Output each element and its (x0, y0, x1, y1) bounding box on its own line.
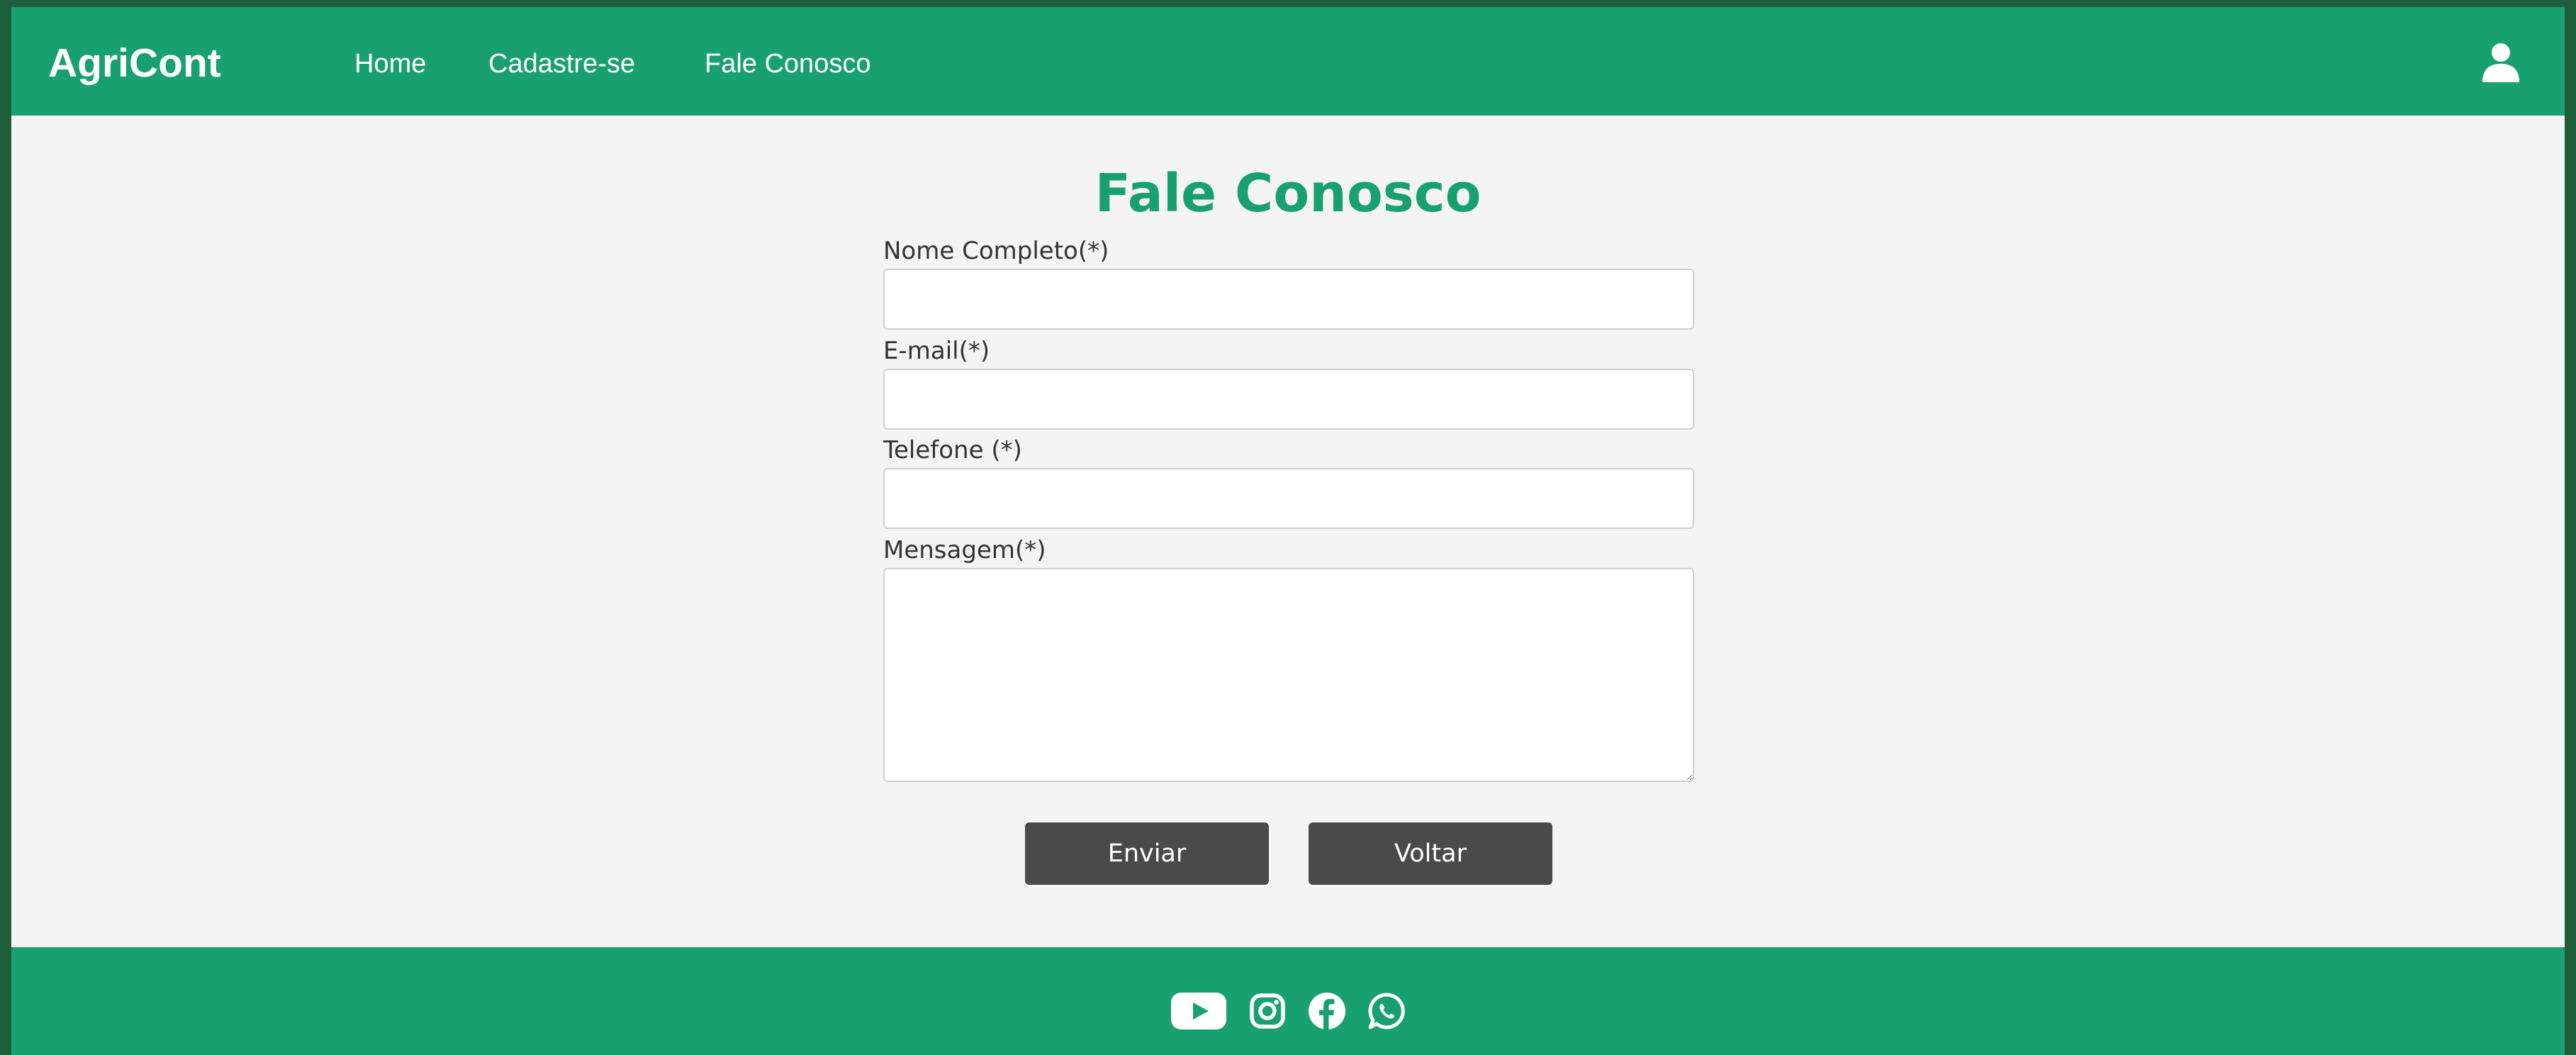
whatsapp-icon (1368, 993, 1405, 1029)
page-title: Fale Conosco (1094, 163, 1482, 224)
browser-viewport: AgriCont Home Cadastre-se Fale Conosco F… (11, 7, 2565, 1055)
user-account-button[interactable] (2480, 41, 2522, 84)
email-label: E-mail(*) (883, 337, 990, 365)
whatsapp-link[interactable] (1367, 991, 1406, 1031)
brand-logo[interactable]: AgriCont (48, 38, 221, 88)
youtube-icon (1171, 993, 1226, 1029)
instagram-icon (1250, 993, 1285, 1029)
navbar: AgriCont Home Cadastre-se Fale Conosco (11, 7, 2565, 116)
user-icon (2482, 43, 2519, 82)
submit-button[interactable]: Enviar (1025, 822, 1269, 885)
nav-register-link[interactable]: Cadastre-se (488, 47, 635, 81)
phone-input[interactable] (883, 468, 1694, 529)
message-textarea[interactable] (883, 568, 1694, 782)
name-input[interactable] (883, 269, 1694, 330)
facebook-icon (1309, 993, 1345, 1029)
message-label: Mensagem(*) (883, 536, 1046, 564)
facebook-link[interactable] (1307, 991, 1347, 1031)
instagram-link[interactable] (1248, 991, 1287, 1031)
name-label: Nome Completo(*) (883, 237, 1109, 265)
footer (11, 947, 2565, 1055)
back-button[interactable]: Voltar (1309, 822, 1552, 885)
email-input[interactable] (883, 369, 1694, 430)
nav-contact-link[interactable]: Fale Conosco (705, 47, 870, 81)
phone-label: Telefone (*) (883, 436, 1022, 464)
youtube-link[interactable] (1171, 991, 1226, 1031)
nav-home-link[interactable]: Home (354, 47, 426, 81)
